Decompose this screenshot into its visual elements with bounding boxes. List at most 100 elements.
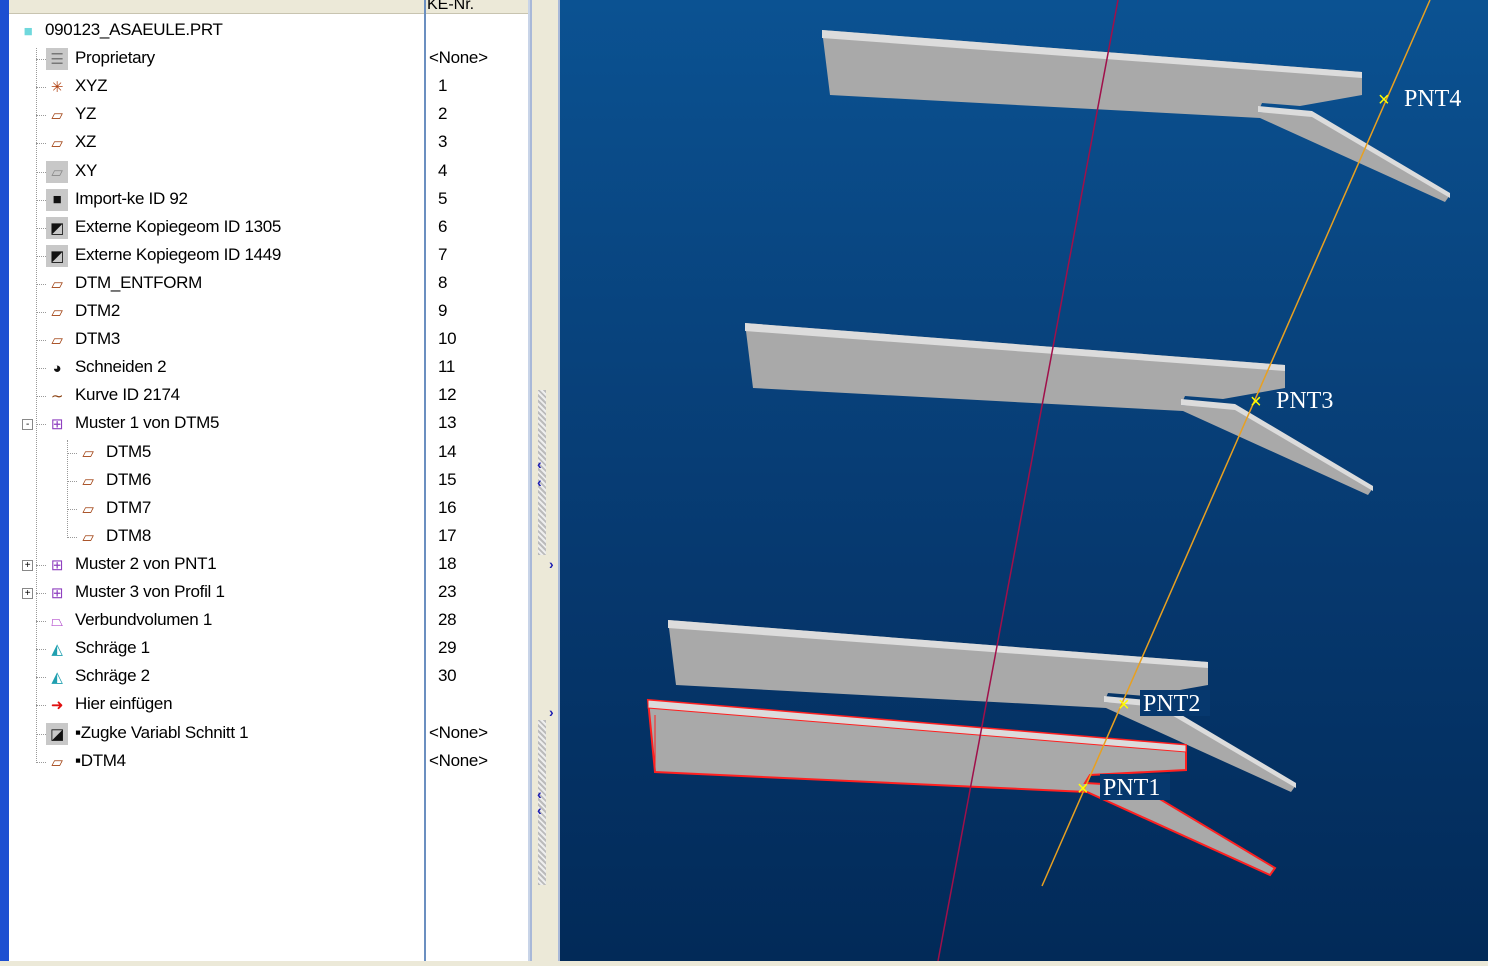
tree-item-label: DTM8 xyxy=(106,525,152,545)
feature-number: <None> xyxy=(429,722,488,742)
tree-item-label: Externe Kopiegeom ID 1449 xyxy=(75,244,282,264)
tree-item[interactable]: ◕ Schneiden 2 11 xyxy=(9,354,529,382)
collapse-left-icon[interactable]: ‹ xyxy=(537,786,542,802)
svg-text:PNT3: PNT3 xyxy=(1276,388,1333,414)
datum-plane-icon: ▱ xyxy=(82,528,94,546)
collapse-left-icon[interactable]: ‹ xyxy=(537,456,542,472)
external-copy-geom-icon: ◩ xyxy=(46,244,68,267)
tree-item[interactable]: - ⊞ Muster 1 von DTM5 13 xyxy=(9,410,529,438)
tree-item[interactable]: ◭ Schräge 1 29 xyxy=(9,635,529,663)
tree-item[interactable]: ■ 090123_ASAEULE.PRT xyxy=(9,17,529,45)
feature-number: 5 xyxy=(438,188,448,208)
proprietary-icon: ☰ xyxy=(46,48,68,71)
tree-line xyxy=(67,536,77,538)
tree-item-label: DTM7 xyxy=(106,497,152,517)
tree-item[interactable]: ▱ DTM5 14 xyxy=(9,439,529,467)
tree-item[interactable]: ▱ DTM3 10 xyxy=(9,326,529,354)
tree-line xyxy=(36,87,46,89)
feature-number: 30 xyxy=(438,666,457,686)
tree-item-label: DTM3 xyxy=(75,329,121,349)
tree-item-label: ▪DTM4 xyxy=(75,750,126,770)
tree-line xyxy=(67,508,77,510)
tree-line xyxy=(36,649,46,651)
tree-item[interactable]: ◪ ▪Zugke Variabl Schnitt 1 <None> xyxy=(9,720,529,748)
model-3d-view[interactable]: × PNT4 × PNT3 × PNT2 × PNT1 xyxy=(560,0,1488,962)
pattern-icon: ⊞ xyxy=(50,556,64,574)
feature-number: 6 xyxy=(438,216,448,236)
tree-item-label: DTM2 xyxy=(75,301,121,320)
feature-number: 11 xyxy=(438,357,456,377)
tree-line xyxy=(36,312,46,313)
tree-item-label: Schneiden 2 xyxy=(75,357,167,377)
tree-item[interactable]: ▱ ▪DTM4 <None> xyxy=(9,748,529,776)
tree-line xyxy=(36,115,46,117)
feature-number: <None> xyxy=(429,48,488,68)
tree-item[interactable]: ▱ DTM6 15 xyxy=(9,467,529,495)
tree-line xyxy=(36,59,46,61)
graphics-viewport[interactable]: × PNT4 × PNT3 × PNT2 × PNT1 xyxy=(560,0,1488,962)
column-header-ke-nr[interactable]: KE-Nr. xyxy=(427,0,474,14)
tree-item[interactable]: ☰ Proprietary <None> xyxy=(9,45,529,73)
collapse-left-icon[interactable]: ‹ xyxy=(537,802,542,818)
tree-item[interactable]: + ⊞ Muster 2 von PNT1 18 xyxy=(9,551,529,579)
pattern-icon: ⊞ xyxy=(50,585,64,602)
tree-item[interactable]: ⏢ Verbundvolumen 1 28 xyxy=(9,607,529,635)
tree-item[interactable]: ▱ DTM_ENTFORM 8 xyxy=(9,270,529,298)
tree-line xyxy=(36,564,46,566)
expand-right-icon[interactable]: › xyxy=(549,704,554,720)
datum-plane-icon: ▱ xyxy=(82,444,94,462)
tree-item[interactable]: ◩ Externe Kopiegeom ID 1449 7 xyxy=(9,242,529,270)
feature-number: 14 xyxy=(438,441,457,461)
tree-line xyxy=(67,452,77,454)
collapse-left-icon[interactable]: ‹ xyxy=(537,474,542,490)
tree-item-label: ▪Zugke Variabl Schnitt 1 xyxy=(75,722,249,742)
tree-item[interactable]: + ⊞ Muster 3 von Profil 1 23 xyxy=(9,579,529,607)
tree-line xyxy=(36,171,46,173)
tree-item-label: XY xyxy=(75,160,98,180)
feature-number: <None> xyxy=(429,750,488,770)
draft-icon: ◭ xyxy=(51,641,63,659)
tree-line xyxy=(36,733,46,735)
datum-plane-icon: ▱ xyxy=(51,107,63,125)
tree-item-label: Muster 2 von PNT1 xyxy=(75,553,217,573)
tree-line xyxy=(36,593,46,594)
tree-item[interactable]: ▱ XZ 3 xyxy=(9,129,529,157)
feature-number: 15 xyxy=(438,469,457,489)
tree-item-label: Schräge 1 xyxy=(75,638,150,658)
tree-item[interactable]: ▱ DTM7 16 xyxy=(9,495,529,523)
expand-right-icon[interactable]: › xyxy=(549,556,554,572)
tree-line xyxy=(67,480,77,482)
tree-item-label: Hier einfügen xyxy=(75,694,173,714)
tree-item[interactable]: ▱ DTM2 9 xyxy=(9,298,529,326)
svg-text:PNT1: PNT1 xyxy=(1103,775,1160,801)
draft-icon: ◭ xyxy=(51,669,63,687)
collapse-icon[interactable]: - xyxy=(22,419,33,431)
svg-text:PNT2: PNT2 xyxy=(1143,691,1200,717)
tree-item[interactable]: ■ Import-ke ID 92 5 xyxy=(9,186,529,214)
tree-item[interactable]: ✳ XYZ 1 xyxy=(9,73,529,101)
panel-splitter[interactable]: ‹ ‹ › › ‹ ‹ xyxy=(530,0,560,961)
tree-item[interactable]: ➜ Hier einfügen xyxy=(9,691,529,719)
tree-item[interactable]: ▱ DTM8 17 xyxy=(9,523,529,551)
tree-item-label: Verbundvolumen 1 xyxy=(75,610,212,630)
feature-number: 23 xyxy=(438,582,457,601)
tree-line xyxy=(36,705,46,707)
expand-icon[interactable]: + xyxy=(22,559,33,571)
tree-line xyxy=(36,340,46,342)
tree-item-label: XYZ xyxy=(75,76,108,96)
tree-line xyxy=(36,199,46,201)
datum-plane-icon: ▱ xyxy=(51,275,63,293)
expand-icon[interactable]: + xyxy=(22,588,33,599)
tree-item-label: DTM6 xyxy=(106,469,152,489)
splitter-grip[interactable] xyxy=(538,390,546,555)
tree-line xyxy=(36,283,46,285)
datum-axis[interactable] xyxy=(937,0,1119,962)
tree-item[interactable]: ▱ XY 4 xyxy=(9,158,529,186)
tree-item[interactable]: ∼ Kurve ID 2174 12 xyxy=(9,382,529,410)
tree-item[interactable]: ▱ YZ 2 xyxy=(9,101,529,129)
feature-number: 13 xyxy=(438,413,457,433)
feature-number: 18 xyxy=(438,553,457,573)
curve-icon: ∼ xyxy=(50,388,64,406)
tree-item[interactable]: ◭ Schräge 2 30 xyxy=(9,663,529,691)
tree-item[interactable]: ◩ Externe Kopiegeom ID 1305 6 xyxy=(9,214,529,242)
